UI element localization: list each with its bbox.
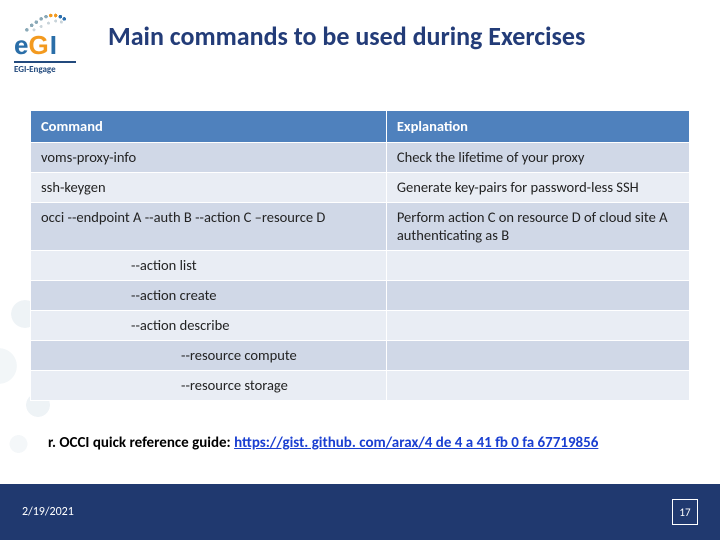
cell-command: --action list bbox=[31, 251, 387, 281]
table-body: voms-proxy-info Check the lifetime of yo… bbox=[31, 143, 690, 401]
commands-table-wrap: Command Explanation voms-proxy-info Chec… bbox=[30, 110, 690, 401]
cell-explanation: Check the lifetime of your proxy bbox=[386, 143, 689, 173]
cell-command: --action describe bbox=[31, 311, 387, 341]
reference-line: r. OCCI quick reference guide: https://g… bbox=[48, 434, 690, 452]
cell-explanation bbox=[386, 251, 689, 281]
footer: 2/19/2021 17 bbox=[0, 484, 720, 540]
table-row: occi --endpoint A --auth B --action C –r… bbox=[31, 203, 690, 251]
table-header-command: Command bbox=[31, 111, 387, 143]
cell-command: --resource compute bbox=[31, 341, 387, 371]
logo-letter-e: e bbox=[14, 30, 27, 61]
reference-label: r. OCCI quick reference guide: bbox=[48, 434, 234, 452]
slide: e G I EGI-Engage Main commands to be use… bbox=[0, 0, 720, 540]
cell-command: ssh-keygen bbox=[31, 173, 387, 203]
cell-command: voms-proxy-info bbox=[31, 143, 387, 173]
cell-explanation bbox=[386, 311, 689, 341]
cell-explanation bbox=[386, 341, 689, 371]
table-header-row: Command Explanation bbox=[31, 111, 690, 143]
table-row: --action create bbox=[31, 281, 690, 311]
table-row: --resource storage bbox=[31, 371, 690, 401]
page-number: 17 bbox=[672, 499, 698, 525]
cell-explanation: Perform action C on resource D of cloud … bbox=[386, 203, 689, 251]
cell-command: occi --endpoint A --auth B --action C –r… bbox=[31, 203, 387, 251]
cell-explanation bbox=[386, 371, 689, 401]
reference-link[interactable]: https://gist. github. com/arax/4 de 4 a … bbox=[234, 434, 598, 452]
logo: e G I EGI-Engage bbox=[14, 10, 76, 75]
logo-subbrand: EGI-Engage bbox=[14, 61, 76, 75]
commands-table: Command Explanation voms-proxy-info Chec… bbox=[30, 110, 690, 401]
logo-letter-g: G bbox=[28, 30, 48, 61]
footer-date: 2/19/2021 bbox=[22, 505, 74, 519]
table-row: ssh-keygen Generate key-pairs for passwo… bbox=[31, 173, 690, 203]
table-row: voms-proxy-info Check the lifetime of yo… bbox=[31, 143, 690, 173]
table-row: --resource compute bbox=[31, 341, 690, 371]
table-row: --action list bbox=[31, 251, 690, 281]
cell-explanation: Generate key-pairs for password-less SSH bbox=[386, 173, 689, 203]
page-title: Main commands to be used during Exercise… bbox=[108, 22, 700, 52]
table-row: --action describe bbox=[31, 311, 690, 341]
cell-command: --resource storage bbox=[31, 371, 387, 401]
cell-explanation bbox=[386, 281, 689, 311]
table-header-explanation: Explanation bbox=[386, 111, 689, 143]
logo-dots-icon bbox=[22, 10, 70, 32]
cell-command: --action create bbox=[31, 281, 387, 311]
logo-letter-i: I bbox=[50, 30, 57, 61]
logo-wordmark: e G I bbox=[14, 30, 57, 61]
